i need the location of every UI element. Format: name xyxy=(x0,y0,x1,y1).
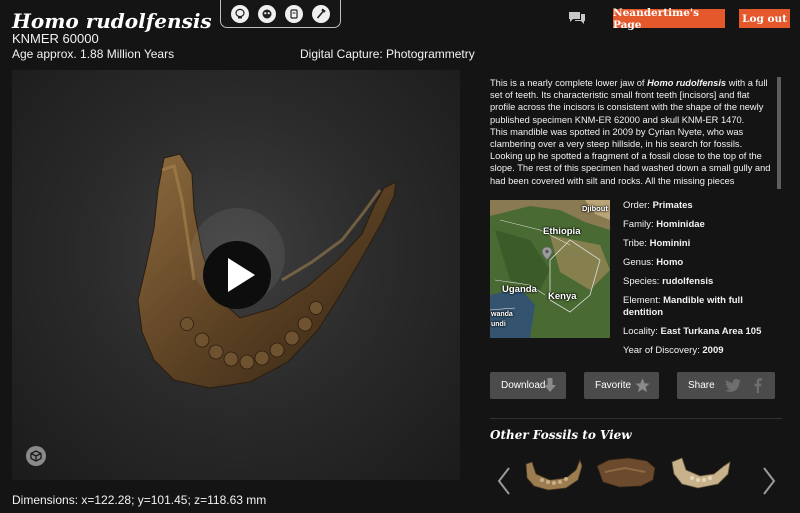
location-pin-icon xyxy=(542,247,552,260)
map-label-uganda: Uganda xyxy=(502,284,537,295)
description-p1-pre: This is a nearly complete lower jaw of xyxy=(490,78,648,88)
specimen-age: Age approx. 1.88 Million Years xyxy=(12,47,175,61)
favorite-label: Favorite xyxy=(595,380,632,391)
specimen-view-icon[interactable] xyxy=(284,4,303,23)
carousel-prev-icon[interactable] xyxy=(497,466,511,496)
fact-year: Year of Discovery: 2009 xyxy=(623,345,724,356)
locality-map[interactable]: Djibout Ethiopia Uganda Kenya wanda undi xyxy=(490,200,610,338)
map-label-rwanda: wanda xyxy=(491,311,513,318)
taxonomy-facts: Order: Primates Family: Hominidae Tribe:… xyxy=(623,200,783,364)
neandertime-page-button[interactable]: Neandertime's Page xyxy=(613,7,725,31)
map-label-kenya: Kenya xyxy=(548,291,577,302)
specimen-id: KNMER 60000 xyxy=(12,31,99,46)
section-divider xyxy=(490,418,782,419)
fact-genus: Genus: Homo xyxy=(623,257,684,268)
model-viewer[interactable] xyxy=(12,70,460,480)
share-button[interactable]: Share xyxy=(677,372,775,399)
reset-view-icon[interactable] xyxy=(26,446,46,466)
map-label-ethiopia: Ethiopia xyxy=(543,226,581,237)
fact-species: Species: rudolfensis xyxy=(623,276,714,287)
skull-view-icon[interactable] xyxy=(231,4,250,23)
download-icon xyxy=(544,378,556,392)
download-button[interactable]: Download xyxy=(490,372,566,399)
capture-method: Digital Capture: Photogrammetry xyxy=(300,47,475,61)
play-button[interactable] xyxy=(203,241,271,309)
fact-element: Element: Mandible with full dentition xyxy=(623,295,743,318)
model-dimensions: Dimensions: x=122.28; y=101.45; z=118.63… xyxy=(12,493,267,507)
comments-icon[interactable] xyxy=(568,11,586,25)
jaw-view-icon[interactable] xyxy=(258,4,277,23)
twitter-icon[interactable] xyxy=(725,379,741,392)
map-label-burundi: undi xyxy=(491,321,506,328)
description-text: This is a nearly complete lower jaw of H… xyxy=(490,77,772,189)
fossil-thumbnail[interactable] xyxy=(522,452,584,492)
share-label: Share xyxy=(688,380,715,391)
map-label-djibouti: Djibout xyxy=(582,204,608,213)
description-species: Homo rudolfensis xyxy=(647,78,727,88)
logout-button[interactable]: Log out xyxy=(739,9,790,28)
fact-locality: Locality: East Turkana Area 105 xyxy=(623,326,762,337)
fact-family: Family: Hominidae xyxy=(623,219,705,230)
description-scrollbar[interactable] xyxy=(777,77,781,189)
download-label: Download xyxy=(501,380,546,391)
page-title: Homo rudolfensis xyxy=(12,9,212,33)
other-fossils-title: Other Fossils to View xyxy=(490,428,632,442)
carousel-next-icon[interactable] xyxy=(762,466,776,496)
favorite-button[interactable]: Favorite xyxy=(584,372,659,399)
star-icon xyxy=(635,378,650,393)
play-icon xyxy=(228,258,255,292)
fossil-thumbnail[interactable] xyxy=(670,452,732,492)
fossil-thumbnail[interactable] xyxy=(595,452,657,492)
facebook-icon[interactable] xyxy=(753,378,762,393)
view-toolbar xyxy=(220,0,341,28)
description-p2: This mandible was spotted in 2009 by Cyr… xyxy=(490,126,771,186)
measure-icon[interactable] xyxy=(311,4,330,23)
fact-tribe: Tribe: Hominini xyxy=(623,238,691,249)
fact-order: Order: Primates xyxy=(623,200,693,211)
